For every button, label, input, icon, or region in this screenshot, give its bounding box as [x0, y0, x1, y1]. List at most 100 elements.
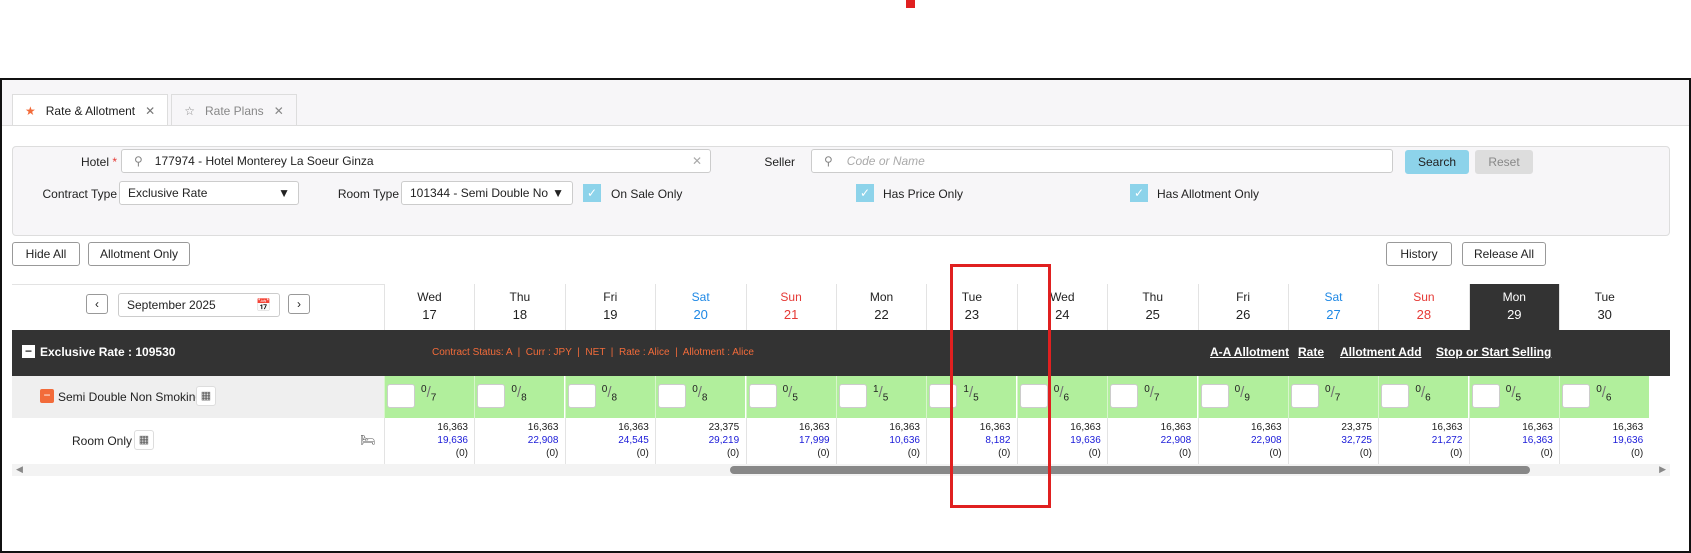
rate-link[interactable]: Rate [1298, 345, 1324, 359]
close-icon[interactable]: ✕ [274, 104, 284, 118]
day-of-week: Mon [869, 290, 894, 304]
day-of-week: Sat [1324, 290, 1343, 304]
allotment-cell: 0/7 [384, 376, 474, 418]
aa-allotment-link[interactable]: A-A Allotment [1210, 345, 1289, 359]
date-header[interactable]: Sun 21 [745, 284, 836, 330]
sold-count: (0) [1359, 448, 1372, 459]
price-cell[interactable]: 16,363 17,999 (0) [745, 418, 836, 464]
collapse-room-icon[interactable]: − [40, 389, 54, 403]
date-header[interactable]: Fri 26 [1197, 284, 1288, 330]
prev-month-button[interactable]: ‹ [86, 294, 108, 314]
calendar-icon[interactable]: ▦ [196, 386, 216, 406]
sold-count: (0) [1450, 448, 1463, 459]
allotment-input[interactable] [477, 384, 506, 408]
has-allotment-only-label: Has Allotment Only [1157, 187, 1260, 201]
hotel-input[interactable]: ⚲ 177974 - Hotel Monterey La Soeur Ginza ✕ [121, 149, 711, 173]
price-cell[interactable]: 16,363 10,636 (0) [836, 418, 926, 464]
price-cell[interactable]: 16,363 19,636 (0) [384, 418, 474, 464]
has-allotment-only-checkbox[interactable]: ✓ [1130, 184, 1148, 202]
sell-price: 24,545 [618, 435, 649, 446]
search-button[interactable]: Search [1405, 150, 1469, 174]
allotment-input[interactable] [1381, 384, 1410, 408]
price-cell[interactable]: 16,363 19,636 (0) [1559, 418, 1649, 464]
release-all-button[interactable]: Release All [1462, 242, 1546, 266]
caret-down-icon: ▼ [552, 186, 564, 200]
net-price: 16,363 [799, 422, 830, 433]
allotment-input[interactable] [748, 384, 777, 408]
price-cell[interactable]: 16,363 21,272 (0) [1378, 418, 1468, 464]
hide-all-button[interactable]: Hide All [12, 242, 80, 266]
net-price: 23,375 [1341, 422, 1372, 433]
date-header[interactable]: Mon 29 [1468, 284, 1559, 330]
seller-input[interactable]: ⚲ Code or Name [811, 149, 1393, 173]
day-of-week: Sun [780, 290, 802, 304]
contract-type-select[interactable]: Exclusive Rate ▼ [119, 181, 299, 205]
price-cell[interactable]: 16,363 24,545 (0) [564, 418, 655, 464]
rate-plan-name: Room Only [72, 434, 133, 448]
close-icon[interactable]: ✕ [145, 104, 155, 118]
price-cell[interactable]: 16,363 22,908 (0) [1107, 418, 1197, 464]
date-header[interactable]: Fri 19 [564, 284, 655, 330]
filter-panel: Hotel * ⚲ 177974 - Hotel Monterey La Soeu… [12, 146, 1670, 236]
day-of-week: Sun [1413, 290, 1435, 304]
contract-bar: − Exclusive Rate : 109530 Contract Statu… [12, 330, 1670, 376]
stop-start-selling-link[interactable]: Stop or Start Selling [1436, 345, 1551, 359]
allotment-fraction: 1/5 [873, 384, 889, 404]
sell-price: 21,272 [1431, 435, 1463, 446]
price-cell[interactable]: 16,363 22,908 (0) [474, 418, 564, 464]
room-type-select[interactable]: 101344 - Semi Double No ▼ [401, 181, 573, 205]
allotment-fraction: 0/6 [1415, 384, 1431, 404]
calendar-icon[interactable]: ▦ [134, 430, 154, 450]
calendar-icon: 📅 [256, 298, 271, 312]
month-picker[interactable]: September 2025 📅 [118, 293, 280, 317]
date-header[interactable]: Thu 25 [1107, 284, 1198, 330]
date-header[interactable]: Thu 18 [474, 284, 565, 330]
price-cell[interactable]: 23,375 29,219 (0) [655, 418, 745, 464]
net-price: 16,363 [618, 422, 649, 433]
net-price: 23,375 [708, 422, 740, 433]
allotment-input[interactable] [567, 384, 596, 408]
highlight-box [950, 264, 1051, 508]
contract-type-label: Contract Type [42, 187, 117, 201]
date-header[interactable]: Wed 17 [384, 284, 474, 330]
has-price-only-checkbox[interactable]: ✓ [856, 184, 874, 202]
date-header[interactable]: Tue 30 [1559, 284, 1650, 330]
allotment-input[interactable] [658, 384, 687, 408]
date-header[interactable]: Sun 28 [1378, 284, 1469, 330]
allotment-input[interactable] [1562, 384, 1591, 408]
price-cell[interactable]: 16,363 16,363 (0) [1468, 418, 1559, 464]
sold-count: (0) [1630, 448, 1644, 459]
allotment-input[interactable] [1471, 384, 1500, 408]
allotment-input[interactable] [387, 384, 415, 408]
allotment-cell: 0/8 [564, 376, 655, 418]
allotment-add-link[interactable]: Allotment Add [1340, 345, 1422, 359]
on-sale-only-checkbox[interactable]: ✓ [583, 184, 601, 202]
history-button[interactable]: History [1386, 242, 1452, 266]
price-cell[interactable]: 16,363 22,908 (0) [1197, 418, 1288, 464]
date-header[interactable]: Sat 20 [655, 284, 746, 330]
allotment-input[interactable] [1291, 384, 1319, 408]
allotment-only-button[interactable]: Allotment Only [88, 242, 190, 266]
allotment-input[interactable] [1200, 384, 1229, 408]
reset-button[interactable]: Reset [1475, 150, 1533, 174]
clear-icon[interactable]: ✕ [692, 154, 702, 168]
date-header[interactable]: Sat 27 [1288, 284, 1378, 330]
day-number: 30 [1597, 307, 1612, 322]
collapse-icon[interactable]: − [22, 345, 35, 358]
allotment-fraction: 0/5 [782, 384, 798, 404]
next-month-button[interactable]: › [288, 294, 310, 314]
scrollbar-thumb[interactable] [730, 466, 1530, 474]
allotment-input[interactable] [1110, 384, 1139, 408]
horizontal-scrollbar[interactable]: ◀ ▶ [12, 464, 1670, 476]
sell-price: 16,363 [1522, 435, 1553, 446]
allotment-fraction: 0/6 [1596, 384, 1612, 404]
tab-rate-allotment[interactable]: ★ Rate & Allotment ✕ [12, 94, 169, 126]
allotment-input[interactable] [839, 384, 867, 408]
sell-price: 22,908 [527, 435, 559, 446]
date-header[interactable]: Mon 22 [836, 284, 926, 330]
contract-meta: Contract Status: A | Curr : JPY | NET | … [432, 347, 754, 358]
day-number: 21 [783, 307, 799, 322]
allotment-fraction: 0/7 [1144, 384, 1160, 404]
price-cell[interactable]: 23,375 32,725 (0) [1288, 418, 1378, 464]
tab-rate-plans[interactable]: ☆ Rate Plans ✕ [171, 94, 297, 126]
